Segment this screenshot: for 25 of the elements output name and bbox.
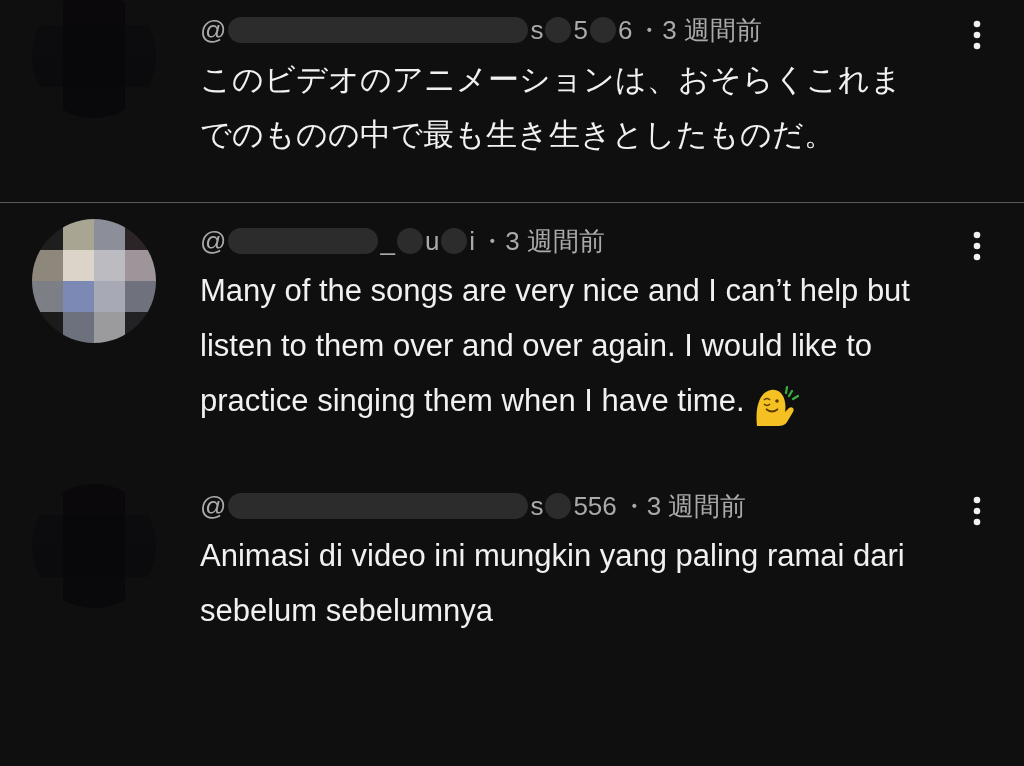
username-fragment: u [424, 225, 440, 257]
more-icon [973, 20, 981, 50]
comment-text: Animasi di video ini mungkin yang paling ramai dari sebelum sebelumnya [200, 537, 906, 630]
redaction-blur [545, 493, 572, 519]
more-icon [973, 231, 981, 261]
comment-text: このビデオのアニメーションは、おそらくこれまでのものの中で最も生き生きとしたものだ。 [200, 61, 903, 154]
username-fragment: _ [380, 225, 395, 257]
username-handle[interactable]: @ [200, 225, 227, 257]
username-fragment: s [530, 14, 544, 46]
comment-time: ・3 週間前 [479, 224, 605, 258]
redaction-blur [545, 17, 572, 43]
redaction-blur [441, 228, 468, 254]
username-handle[interactable]: @ [200, 14, 227, 46]
comment-time: ・3 週間前 [620, 489, 747, 523]
username-fragment: 5 [573, 14, 588, 46]
username-fragment: i [469, 225, 476, 257]
more-icon [973, 496, 981, 526]
username-handle[interactable]: @ [200, 490, 227, 522]
username-fragment: 6 [617, 14, 633, 46]
username-fragment: s [530, 490, 544, 522]
username-fragment: 556 [573, 490, 617, 522]
redaction-blur [396, 228, 423, 254]
comment-time: ・3 週間前 [636, 13, 763, 47]
redaction-blur [589, 17, 616, 43]
comment-text: Many of the songs are very nice and I can’t help but listen to them over and over again. I would like to practice singing them when I have time. [200, 263, 916, 428]
